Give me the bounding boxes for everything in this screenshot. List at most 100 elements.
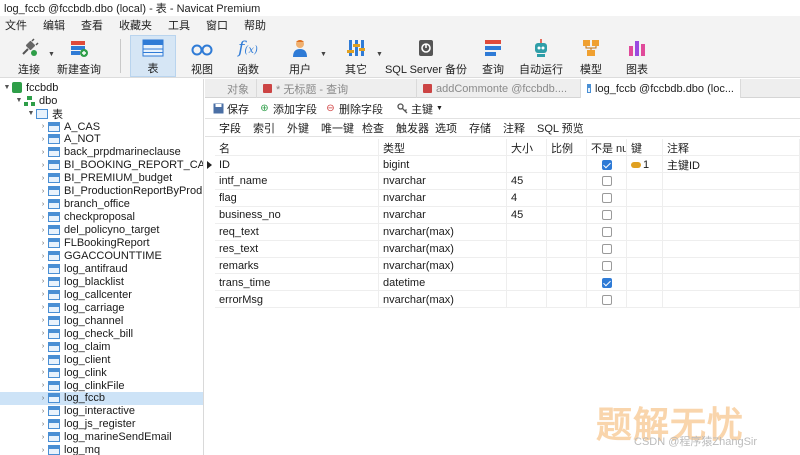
expand-icon[interactable]: › bbox=[38, 227, 48, 234]
other-button[interactable]: 其它 bbox=[338, 35, 374, 77]
subtab-fields[interactable]: 字段 bbox=[205, 120, 247, 136]
expand-icon[interactable]: › bbox=[38, 253, 48, 260]
tree-table-item[interactable]: › del_policyno_target bbox=[38, 224, 160, 237]
tree-table-item[interactable]: › A_NOT bbox=[38, 133, 101, 146]
query-button[interactable]: 查询 bbox=[476, 35, 510, 77]
cell-comment[interactable] bbox=[663, 206, 800, 224]
expand-icon[interactable]: › bbox=[38, 214, 48, 221]
tree-table-item[interactable]: › BI_PREMIUM_budget bbox=[38, 172, 172, 185]
tree-table-item[interactable]: › back_prpdmarineclause bbox=[38, 146, 181, 159]
expand-icon[interactable]: › bbox=[38, 265, 48, 272]
tree-table-item[interactable]: › log_interactive bbox=[38, 405, 135, 418]
cell-key[interactable]: 1 bbox=[627, 156, 663, 173]
tree-table-item[interactable]: › A_CAS bbox=[38, 120, 100, 133]
tab-addcommonte[interactable]: addCommonte @fccbdb.... bbox=[417, 79, 581, 98]
user-dropdown-icon[interactable]: ▼ bbox=[320, 51, 327, 58]
cell-scale[interactable] bbox=[547, 172, 587, 190]
cell-not-null[interactable] bbox=[587, 257, 627, 275]
view-button[interactable]: 视图 bbox=[184, 35, 220, 77]
save-button[interactable]: 保存 bbox=[213, 101, 249, 117]
not-null-checkbox[interactable] bbox=[601, 210, 612, 221]
cell-key[interactable] bbox=[627, 172, 663, 190]
cell-name[interactable]: ID bbox=[215, 156, 379, 173]
cell-scale[interactable] bbox=[547, 223, 587, 241]
expand-icon[interactable]: › bbox=[38, 162, 48, 169]
tree-table-item[interactable]: › log_blacklist bbox=[38, 275, 124, 288]
cell-type[interactable]: nvarchar(max) bbox=[379, 240, 507, 258]
expand-icon[interactable]: › bbox=[38, 291, 48, 298]
tree-database[interactable]: ▼ fccbdb bbox=[2, 81, 59, 94]
expand-icon[interactable]: › bbox=[38, 447, 48, 454]
cell-type[interactable]: nvarchar bbox=[379, 206, 507, 224]
cell-scale[interactable] bbox=[547, 257, 587, 275]
menu-help[interactable]: 帮助 bbox=[236, 17, 274, 33]
auto-run-button[interactable]: 自动运行 bbox=[518, 35, 564, 77]
cell-name[interactable]: flag bbox=[215, 189, 379, 207]
cell-scale[interactable] bbox=[547, 206, 587, 224]
tree-table-item[interactable]: › log_claim bbox=[38, 340, 111, 353]
cell-key[interactable] bbox=[627, 240, 663, 258]
subtab-storage[interactable]: 存储 bbox=[463, 120, 497, 136]
model-button[interactable]: 模型 bbox=[574, 35, 608, 77]
cell-size[interactable] bbox=[507, 156, 547, 173]
menu-window[interactable]: 窗口 bbox=[198, 17, 236, 33]
cell-name[interactable]: req_text bbox=[215, 223, 379, 241]
cell-scale[interactable] bbox=[547, 291, 587, 309]
table-row[interactable]: ID bigint 1 主键ID bbox=[207, 156, 800, 173]
expand-icon[interactable]: ▼ bbox=[2, 84, 12, 91]
tree-table-item[interactable]: › log_js_register bbox=[38, 418, 136, 431]
cell-not-null[interactable] bbox=[587, 172, 627, 190]
cell-type[interactable]: nvarchar(max) bbox=[379, 257, 507, 275]
subtab-options[interactable]: 选项 bbox=[435, 120, 463, 136]
menu-tools[interactable]: 工具 bbox=[160, 17, 198, 33]
table-row[interactable]: flag nvarchar 4 bbox=[215, 189, 800, 207]
tree-table-item[interactable]: › log_mq bbox=[38, 444, 100, 455]
expand-icon[interactable]: › bbox=[38, 304, 48, 311]
cell-comment[interactable] bbox=[663, 257, 800, 275]
table-row[interactable]: req_text nvarchar(max) bbox=[215, 223, 800, 241]
tree-table-item[interactable]: › log_callcenter bbox=[38, 288, 132, 301]
cell-size[interactable]: 4 bbox=[507, 189, 547, 207]
tab-untitled-query[interactable]: * 无标题 - 查询 bbox=[257, 79, 417, 98]
not-null-checkbox[interactable] bbox=[601, 193, 612, 204]
table-row[interactable]: intf_name nvarchar 45 bbox=[215, 172, 800, 190]
cell-size[interactable] bbox=[507, 240, 547, 258]
cell-comment[interactable] bbox=[663, 240, 800, 258]
tree-table-item[interactable]: › checkproposal bbox=[38, 211, 135, 224]
tree-schema[interactable]: ▼ dbo bbox=[14, 94, 58, 107]
not-null-checkbox[interactable] bbox=[601, 176, 612, 187]
expand-icon[interactable]: › bbox=[38, 408, 48, 415]
other-dropdown-icon[interactable]: ▼ bbox=[376, 51, 383, 58]
tree-table-item[interactable]: › log_check_bill bbox=[38, 327, 133, 340]
cell-scale[interactable] bbox=[547, 156, 587, 173]
tree-table-item[interactable]: › GGACCOUNTTIME bbox=[38, 250, 162, 263]
subtab-indexes[interactable]: 索引 bbox=[247, 120, 281, 136]
cell-size[interactable]: 45 bbox=[507, 206, 547, 224]
cell-type[interactable]: nvarchar bbox=[379, 189, 507, 207]
tree-table-item[interactable]: › log_carriage bbox=[38, 301, 125, 314]
menu-favorites[interactable]: 收藏夹 bbox=[111, 17, 160, 33]
header-type[interactable]: 类型 bbox=[379, 139, 507, 156]
expand-icon[interactable]: › bbox=[38, 343, 48, 350]
new-query-button[interactable]: 新建查询 bbox=[56, 35, 102, 77]
expand-icon[interactable]: › bbox=[38, 421, 48, 428]
tree-table-item[interactable]: › BI_ProductionReportByProd bbox=[38, 185, 202, 198]
table-row[interactable]: res_text nvarchar(max) bbox=[215, 240, 800, 258]
expand-icon[interactable]: › bbox=[38, 123, 48, 130]
tree-tables-folder[interactable]: ▼ 表 bbox=[26, 107, 63, 121]
cell-name[interactable]: res_text bbox=[215, 240, 379, 258]
tree-table-item[interactable]: › BI_BOOKING_REPORT_CAS bbox=[38, 159, 203, 172]
table-row[interactable]: trans_time datetime bbox=[215, 274, 800, 292]
cell-not-null[interactable] bbox=[587, 223, 627, 241]
cell-not-null[interactable] bbox=[587, 291, 627, 309]
header-not-null[interactable]: 不是 nu bbox=[587, 139, 627, 156]
cell-type[interactable]: nvarchar(max) bbox=[379, 223, 507, 241]
expand-icon[interactable]: ▼ bbox=[14, 97, 24, 104]
not-null-checkbox[interactable] bbox=[601, 244, 612, 254]
expand-icon[interactable]: › bbox=[38, 201, 48, 208]
delete-field-button[interactable]: ⊖ 删除字段 bbox=[325, 101, 383, 117]
cell-type[interactable]: nvarchar(max) bbox=[379, 291, 507, 309]
cell-scale[interactable] bbox=[547, 189, 587, 207]
cell-name[interactable]: trans_time bbox=[215, 274, 379, 292]
tree-table-item[interactable]: › log_fccb bbox=[0, 391, 203, 405]
